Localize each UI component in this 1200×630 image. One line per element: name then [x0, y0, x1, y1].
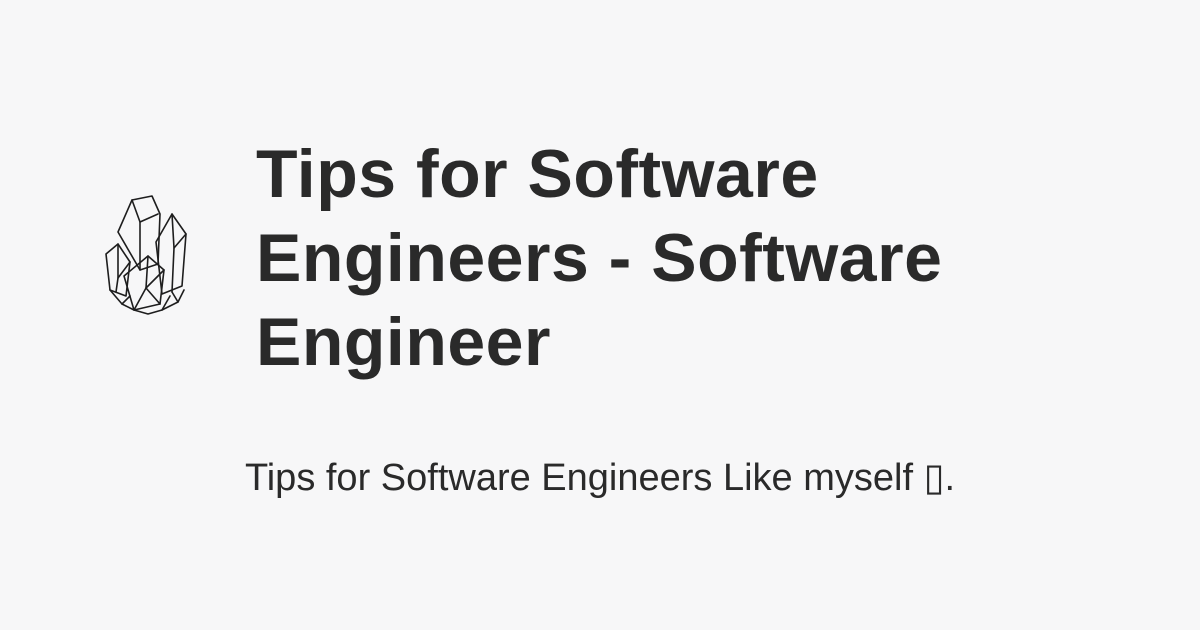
page-title: Tips for Software Engineers - Software E…: [256, 136, 943, 380]
page-description: Tips for Software Engineers Like myself …: [244, 457, 956, 499]
crystal-cluster-icon: [100, 192, 192, 316]
